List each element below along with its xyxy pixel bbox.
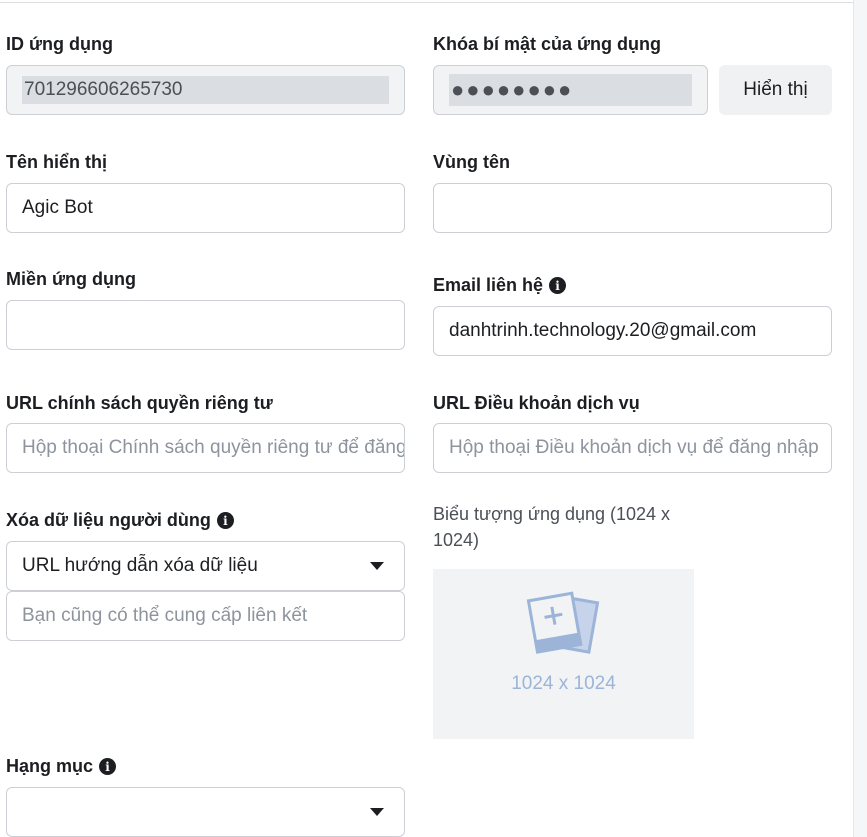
- namespace-label: Vùng tên: [433, 152, 510, 173]
- contact-email-label-text: Email liên hệ: [433, 275, 544, 295]
- app-secret-field[interactable]: ●●●●●●●●: [433, 65, 708, 115]
- image-upload-icon: [526, 591, 600, 654]
- app-icon-upload[interactable]: 1024 x 1024: [433, 569, 694, 739]
- contact-email-label: Email liên hệ i: [433, 275, 567, 296]
- app-icon-label: Biểu tượng ứng dụng (1024 x 1024): [433, 501, 698, 553]
- privacy-url-placeholder: Hộp thoại Chính sách quyền riêng tư để đ…: [22, 437, 405, 458]
- terms-url-placeholder: Hộp thoại Điều khoản dịch vụ để đăng nhậ…: [449, 437, 819, 458]
- data-deletion-selected: URL hướng dẫn xóa dữ liệu: [22, 555, 258, 576]
- display-name-label: Tên hiển thị: [6, 152, 107, 173]
- data-deletion-placeholder: Bạn cũng có thể cung cấp liên kết: [22, 605, 308, 626]
- data-deletion-select[interactable]: URL hướng dẫn xóa dữ liệu: [6, 541, 405, 591]
- app-icon-dimension: 1024 x 1024: [511, 673, 616, 694]
- top-divider: [0, 0, 853, 3]
- contact-email-input[interactable]: danhtrinh.technology.20@gmail.com: [433, 306, 832, 356]
- app-domains-input[interactable]: [6, 300, 405, 350]
- privacy-url-label-text: URL chính sách quyền riêng tư: [6, 393, 273, 413]
- terms-url-label-text: URL Điều khoản dịch vụ: [433, 393, 640, 413]
- caret-down-icon: [370, 808, 384, 816]
- data-deletion-label-text: Xóa dữ liệu người dùng: [6, 510, 211, 530]
- app-id-value: 701296606265730: [22, 76, 389, 104]
- terms-url-label: URL Điều khoản dịch vụ: [433, 393, 640, 414]
- display-name-label-text: Tên hiển thị: [6, 152, 107, 172]
- category-label: Hạng mục i: [6, 756, 117, 777]
- category-select[interactable]: [6, 787, 405, 837]
- app-secret-value: ●●●●●●●●: [449, 74, 692, 106]
- data-deletion-label: Xóa dữ liệu người dùng i: [6, 510, 234, 531]
- app-secret-label: Khóa bí mật của ứng dụng: [433, 34, 661, 55]
- scrollbar-track[interactable]: [853, 0, 867, 837]
- caret-down-icon: [370, 562, 384, 570]
- info-icon[interactable]: i: [549, 277, 567, 294]
- show-secret-button[interactable]: Hiển thị: [719, 65, 832, 115]
- app-id-field[interactable]: 701296606265730: [6, 65, 405, 115]
- app-domains-label: Miền ứng dụng: [6, 269, 136, 290]
- app-id-label-text: ID ứng dụng: [6, 34, 114, 54]
- info-icon[interactable]: i: [216, 512, 234, 529]
- app-secret-label-text: Khóa bí mật của ứng dụng: [433, 34, 662, 54]
- terms-url-input[interactable]: Hộp thoại Điều khoản dịch vụ để đăng nhậ…: [433, 423, 832, 473]
- contact-email-value: danhtrinh.technology.20@gmail.com: [449, 320, 757, 341]
- data-deletion-url-input[interactable]: Bạn cũng có thể cung cấp liên kết: [6, 591, 405, 641]
- display-name-value: Agic Bot: [22, 197, 93, 218]
- app-domains-label-text: Miền ứng dụng: [6, 269, 137, 289]
- category-label-text: Hạng mục: [6, 756, 94, 776]
- app-id-label: ID ứng dụng: [6, 34, 113, 55]
- display-name-input[interactable]: Agic Bot: [6, 183, 405, 233]
- namespace-label-text: Vùng tên: [433, 152, 510, 172]
- privacy-url-label: URL chính sách quyền riêng tư: [6, 393, 273, 414]
- app-icon-label-text: Biểu tượng ứng dụng (1024 x 1024): [433, 504, 671, 550]
- privacy-url-input[interactable]: Hộp thoại Chính sách quyền riêng tư để đ…: [6, 423, 405, 473]
- info-icon[interactable]: i: [99, 758, 117, 775]
- namespace-input[interactable]: [433, 183, 832, 233]
